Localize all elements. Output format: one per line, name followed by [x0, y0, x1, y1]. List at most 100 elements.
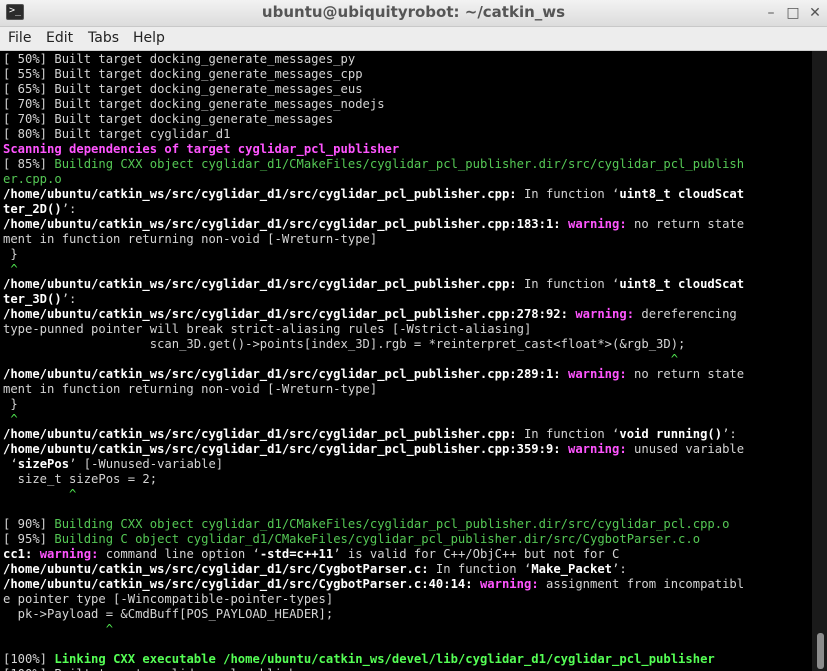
- terminal-output[interactable]: [ 50%] Built target docking_generate_mes…: [0, 51, 812, 671]
- terminal-text: In function ‘: [516, 427, 620, 441]
- terminal-text: ^: [105, 622, 114, 636]
- terminal-text: -std=c++11: [259, 547, 334, 561]
- terminal-text: }: [3, 397, 18, 411]
- terminal-text: ment in function returning non-void [-Wr…: [3, 382, 378, 396]
- terminal-line: ter_2D()’:: [3, 202, 76, 217]
- terminal-text: dereferencing: [634, 307, 737, 321]
- terminal-text: Make_Packet: [531, 562, 613, 576]
- terminal-text: void running(): [619, 427, 723, 441]
- terminal-text: [ 90%]: [3, 517, 55, 531]
- terminal-line: ter_3D()’:: [3, 292, 76, 307]
- minimize-button[interactable]: –: [762, 4, 780, 22]
- terminal-text: ^: [3, 262, 18, 276]
- terminal-line: [ 95%] Building C object cyglidar_d1/CMa…: [3, 532, 700, 547]
- terminal-text: assignment from incompatibl: [538, 577, 745, 591]
- terminal-line: size_t sizePos = 2;: [3, 472, 157, 487]
- terminal-text: no return state: [626, 367, 745, 381]
- terminal-line: [ 70%] Built target docking_generate_mes…: [3, 112, 333, 127]
- menu-file[interactable]: File: [8, 30, 31, 46]
- maximize-button[interactable]: □: [784, 4, 802, 22]
- terminal-text: er.cpp.o: [3, 172, 62, 186]
- terminal-line: }: [3, 247, 18, 262]
- terminal-line: [ 80%] Built target cyglidar_d1: [3, 127, 230, 142]
- terminal-line: cc1: warning: command line option ‘-std=…: [3, 547, 619, 562]
- terminal-text: }: [3, 247, 18, 261]
- terminal-line: [100%] Built target cyglidar_pcl_publish…: [3, 667, 311, 671]
- terminal-text: size_t sizePos = 2;: [3, 472, 158, 486]
- terminal-line: /home/ubuntu/catkin_ws/src/cyglidar_d1/s…: [3, 367, 744, 382]
- terminal-text: [ 85%]: [3, 157, 55, 171]
- terminal-line: /home/ubuntu/catkin_ws/src/cyglidar_d1/s…: [3, 562, 627, 577]
- terminal-text: Building CXX object cyglidar_d1/CMakeFil…: [54, 157, 745, 171]
- menu-tabs[interactable]: Tabs: [88, 30, 119, 46]
- terminal-line: [100%] Linking CXX executable /home/ubun…: [3, 652, 715, 667]
- terminal-line: ^: [3, 352, 678, 367]
- terminal-text: ^: [670, 352, 679, 366]
- scrollbar-thumb[interactable]: [817, 633, 824, 669]
- terminal-line: /home/ubuntu/catkin_ws/src/cyglidar_d1/s…: [3, 217, 744, 232]
- menu-bar: File Edit Tabs Help: [0, 27, 827, 51]
- terminal-line: ‘sizePos’ [-Wunused-variable]: [3, 457, 223, 472]
- menu-edit[interactable]: Edit: [46, 30, 73, 46]
- terminal-line: pk->Payload = &CmdBuff[POS_PAYLOAD_HEADE…: [3, 607, 334, 622]
- terminal-text: /home/ubuntu/catkin_ws/src/cyglidar_d1/s…: [3, 427, 517, 441]
- title-bar[interactable]: >_ ubuntu@ubiquityrobot: ~/catkin_ws – □…: [0, 0, 827, 27]
- terminal-line: /home/ubuntu/catkin_ws/src/cyglidar_d1/s…: [3, 577, 744, 592]
- terminal-text: scan_3D.get()->points[index_3D].rgb = *r…: [3, 337, 686, 351]
- terminal-line: ment in function returning non-void [-Wr…: [3, 232, 377, 247]
- terminal-window: >_ ubuntu@ubiquityrobot: ~/catkin_ws – □…: [0, 0, 827, 671]
- window-title: ubuntu@ubiquityrobot: ~/catkin_ws: [261, 3, 566, 21]
- terminal-text: In function ‘: [428, 562, 532, 576]
- terminal-line: /home/ubuntu/catkin_ws/src/cyglidar_d1/s…: [3, 427, 737, 442]
- terminal-text: ‘: [3, 457, 18, 471]
- menu-help[interactable]: Help: [133, 30, 165, 46]
- terminal-text: /home/ubuntu/catkin_ws/src/cyglidar_d1/s…: [3, 277, 517, 291]
- terminal-text: [ 80%] Built target cyglidar_d1: [3, 127, 231, 141]
- terminal-text: unused variable: [626, 442, 745, 456]
- terminal-text: ’ is valid for C++/ObjC++ but not for C: [333, 547, 620, 561]
- terminal-text: Scanning dependencies of target cyglidar…: [3, 142, 400, 156]
- terminal-line: type-punned pointer will break strict-al…: [3, 322, 531, 337]
- scrollbar[interactable]: [812, 51, 827, 671]
- terminal-text: warning:: [39, 547, 99, 561]
- terminal-text: ’ [-Wunused-variable]: [69, 457, 224, 471]
- terminal-text: ’:: [61, 292, 77, 306]
- terminal-text: ’:: [612, 562, 627, 576]
- terminal-text: In function ‘: [516, 277, 620, 291]
- terminal-text: uint8_t cloudScat: [619, 277, 745, 291]
- terminal-line: scan_3D.get()->points[index_3D].rgb = *r…: [3, 337, 686, 352]
- terminal-text: ter_2D(): [3, 202, 62, 216]
- terminal-text: Building C object cyglidar_d1/CMakeFiles…: [54, 532, 701, 546]
- terminal-text: type-punned pointer will break strict-al…: [3, 322, 532, 336]
- terminal-text: [ 50%] Built target docking_generate_mes…: [3, 52, 356, 66]
- terminal-text: warning:: [575, 307, 635, 321]
- terminal-text: uint8_t cloudScat: [619, 187, 745, 201]
- terminal-text: In function ‘: [516, 187, 620, 201]
- terminal-text: [ 55%] Built target docking_generate_mes…: [3, 67, 363, 81]
- terminal-line: [ 65%] Built target docking_generate_mes…: [3, 82, 363, 97]
- terminal-text: pk->Payload = &CmdBuff[POS_PAYLOAD_HEADE…: [3, 607, 334, 621]
- terminal-text: ’:: [722, 427, 737, 441]
- terminal-line: /home/ubuntu/catkin_ws/src/cyglidar_d1/s…: [3, 442, 744, 457]
- terminal-line: er.cpp.o: [3, 172, 62, 187]
- terminal-text: [100%]: [3, 652, 55, 666]
- terminal-line: [ 50%] Built target docking_generate_mes…: [3, 52, 355, 67]
- terminal-text: no return state: [626, 217, 745, 231]
- terminal-line: [ 55%] Built target docking_generate_mes…: [3, 67, 363, 82]
- terminal-text: ment in function returning non-void [-Wr…: [3, 232, 378, 246]
- terminal-text: [100%] Built target cyglidar_pcl_publish…: [3, 667, 311, 671]
- terminal-text: ter_3D(): [3, 292, 62, 306]
- terminal-text: /home/ubuntu/catkin_ws/src/cyglidar_d1/s…: [3, 217, 561, 231]
- terminal-text: ’:: [61, 202, 77, 216]
- terminal-line: ^: [3, 262, 18, 277]
- terminal-text: warning:: [568, 367, 627, 381]
- terminal-text: cc1:: [3, 547, 33, 561]
- close-button[interactable]: ✕: [806, 4, 824, 22]
- terminal-text: /home/ubuntu/catkin_ws/src/cyglidar_d1/s…: [3, 307, 568, 321]
